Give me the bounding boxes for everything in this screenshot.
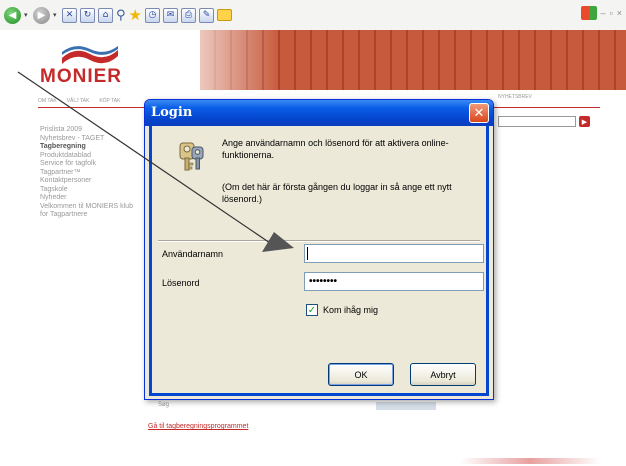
username-input[interactable] [304, 244, 484, 263]
username-label: Användarnamn [162, 249, 224, 259]
side-menu-item[interactable]: Velkommen til MONIERS klub for Tagpartne… [40, 203, 140, 220]
side-menu-item[interactable]: Prislista 2009 [40, 126, 140, 135]
chevron-down-icon[interactable]: ▾ [53, 11, 59, 19]
remember-me-checkbox[interactable]: ✓ [306, 304, 318, 316]
calculator-link[interactable]: Gå til tagberegningsprogrammet [148, 423, 248, 430]
password-label: Lösenord [162, 278, 200, 288]
side-menu: Prislista 2009 Nyhetsbrev - TAGET Tagber… [40, 126, 140, 220]
nav-item[interactable]: KÖP TAK [99, 98, 120, 104]
side-menu-item[interactable]: Service för tagfolk [40, 160, 140, 169]
folder-icon[interactable] [216, 9, 232, 21]
nav-item[interactable]: OM TAK [38, 98, 57, 104]
dialog-message: Ange användarnamn och lösenord för att a… [222, 138, 449, 160]
dialog-note: (Om det här är första gången du loggar i… [222, 182, 452, 204]
search-icon[interactable]: ⚲ [116, 8, 126, 23]
forward-icon[interactable]: ▶ [33, 6, 50, 24]
history-icon[interactable]: ◷ [144, 7, 160, 23]
minimize-icon[interactable]: – [601, 8, 606, 18]
side-menu-item[interactable]: Nyhetsbrev - TAGET [40, 135, 140, 144]
close-button[interactable]: ✕ [469, 103, 489, 123]
page-small-text: Søg [158, 402, 170, 408]
banner-fade [160, 30, 280, 90]
side-menu-item[interactable]: Kontaktpersoner [40, 177, 140, 186]
login-dialog: Login ✕ Ange användarnamn och lösenord f… [144, 99, 494, 400]
search-go-button[interactable]: ▶ [579, 116, 590, 127]
dialog-separator [158, 240, 480, 242]
side-menu-item[interactable]: Tagpartner™ [40, 169, 140, 178]
home-icon[interactable]: ⌂ [98, 7, 113, 23]
screen: ◀ ▾ ▶ ▾ ✕ ↻ ⌂ ⚲ ★ ◷ ✉ ⎙ ✎ – ▫ × MONIER O… [0, 0, 626, 466]
dialog-title: Login [151, 105, 193, 120]
nav-item-newsletter[interactable]: NYHETSBREV [498, 94, 532, 100]
footer-decoration [460, 458, 600, 464]
back-icon[interactable]: ◀ [4, 6, 21, 24]
refresh-icon[interactable]: ↻ [80, 7, 95, 23]
side-menu-item[interactable]: Tagberegning [40, 143, 140, 152]
edit-icon[interactable]: ✎ [198, 7, 214, 23]
logo-text[interactable]: MONIER [40, 66, 122, 88]
cancel-button[interactable]: Avbryt [410, 363, 476, 386]
dialog-titlebar[interactable]: Login ✕ [145, 100, 493, 126]
print-icon[interactable]: ⎙ [180, 7, 196, 23]
remember-me-label[interactable]: Kom ihåg mig [323, 305, 378, 315]
chevron-down-icon[interactable]: ▾ [24, 11, 30, 19]
window-controls: – ▫ × [580, 6, 622, 20]
side-menu-item[interactable]: Tagskole [40, 186, 140, 195]
page-small-bar [376, 402, 436, 410]
close-icon[interactable]: × [617, 8, 622, 18]
side-menu-item[interactable]: Produktdatablad [40, 152, 140, 161]
browser-toolbar: ◀ ▾ ▶ ▾ ✕ ↻ ⌂ ⚲ ★ ◷ ✉ ⎙ ✎ – ▫ × [0, 0, 626, 30]
stop-icon[interactable]: ✕ [62, 7, 77, 23]
dialog-body: Ange användarnamn och lösenord för att a… [149, 126, 489, 396]
nav-item[interactable]: VÅLJ TAK [67, 98, 90, 104]
mail-icon[interactable]: ✉ [162, 7, 178, 23]
text-cursor [307, 247, 308, 260]
ok-button[interactable]: OK [328, 363, 394, 386]
keys-icon [179, 142, 204, 171]
side-menu-item[interactable]: Nyheder [40, 194, 140, 203]
monier-logo-icon [62, 46, 118, 64]
favorites-icon[interactable]: ★ [129, 6, 142, 24]
site-search-input[interactable] [498, 116, 576, 127]
password-input[interactable] [304, 272, 484, 291]
top-nav: OM TAK VÅLJ TAK KÖP TAK [38, 94, 150, 108]
windows-logo-icon [580, 6, 597, 20]
restore-icon[interactable]: ▫ [610, 8, 613, 18]
